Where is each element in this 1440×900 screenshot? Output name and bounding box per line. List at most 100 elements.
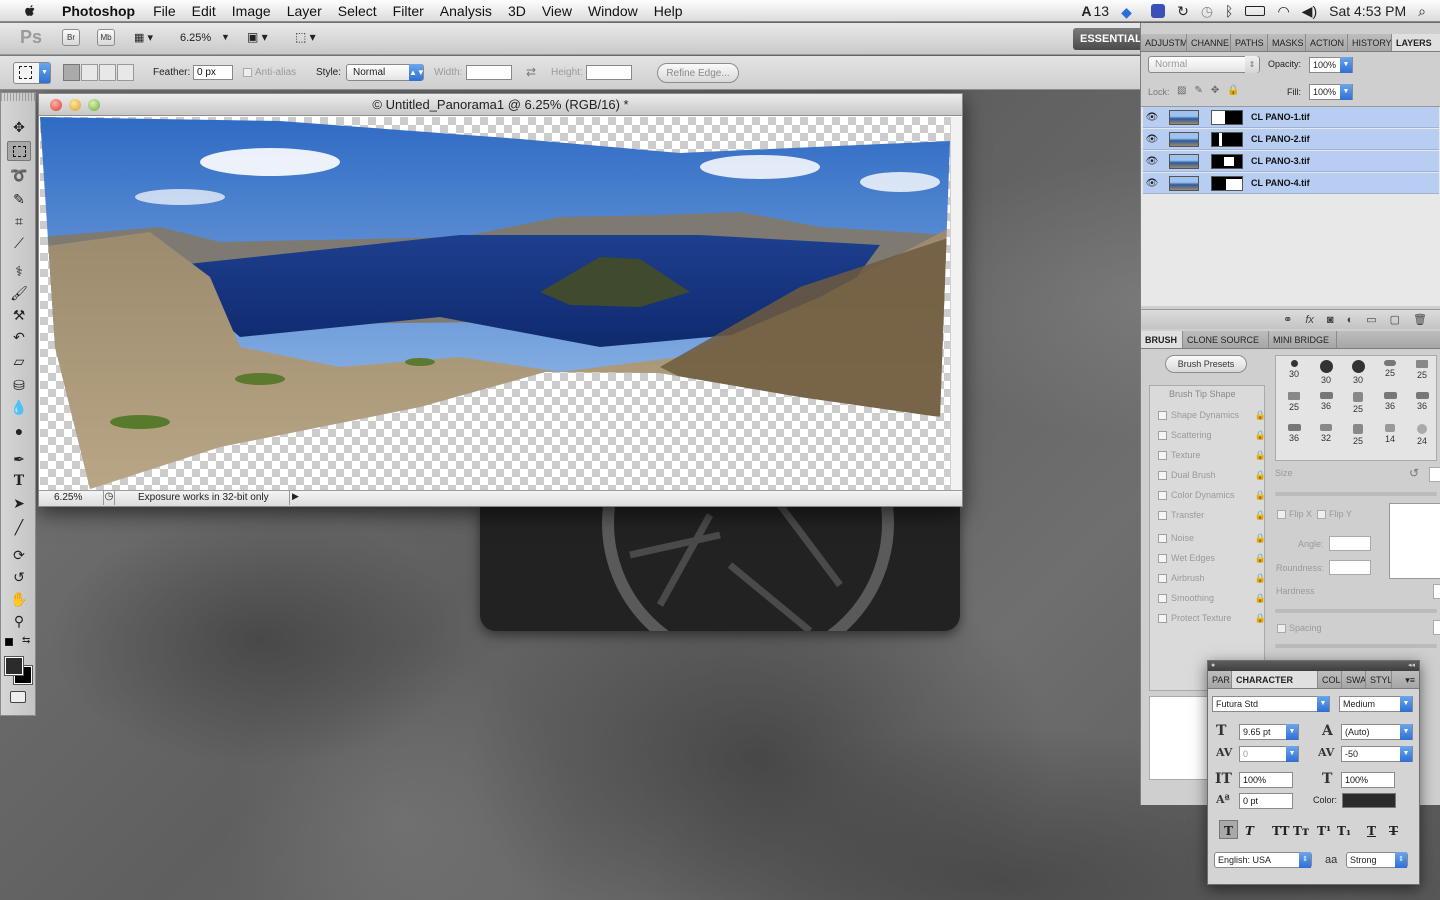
lock-transparent-icon[interactable]: ▨ xyxy=(1177,85,1186,96)
opacity-input[interactable]: 100% ▼ xyxy=(1309,57,1353,73)
checkbox[interactable] xyxy=(1158,553,1167,563)
swap-colors-icon[interactable]: ⇆ xyxy=(22,635,30,646)
layer-row[interactable]: 👁 CL PANO-4.tif xyxy=(1143,173,1439,194)
character-panel-header[interactable]: ● ◂◂ xyxy=(1208,661,1419,671)
all-caps-icon[interactable]: TT xyxy=(1272,824,1289,838)
size-slider[interactable] xyxy=(1275,492,1437,496)
document-canvas[interactable] xyxy=(40,117,951,491)
vertical-scrollbar[interactable] xyxy=(950,117,962,491)
tab-history[interactable]: HISTORY xyxy=(1348,34,1392,51)
collapse-panel-icon[interactable]: ◂◂ xyxy=(1408,661,1415,669)
subscript-icon[interactable]: T₁ xyxy=(1337,824,1351,838)
menu-window[interactable]: Window xyxy=(580,3,646,19)
menu-app-name[interactable]: Photoshop xyxy=(54,3,145,19)
tab-adjustments[interactable]: ADJUSTM xyxy=(1141,34,1187,51)
foreground-color-swatch[interactable] xyxy=(4,656,24,676)
menu-image[interactable]: Image xyxy=(224,3,279,19)
brush-tip-grid[interactable]: 30 30 30 25 25 25 36 25 36 36 36 32 25 1… xyxy=(1275,355,1437,461)
3d-orbit-tool-icon[interactable]: ↺ xyxy=(7,567,31,587)
status-menu-arrow-icon[interactable]: ▶ xyxy=(289,491,301,505)
brush-angle-preview[interactable] xyxy=(1389,503,1440,579)
horizontal-scale-input[interactable]: 100% xyxy=(1341,772,1395,788)
color-dynamics-option[interactable]: Color Dynamics 🔒 xyxy=(1158,486,1270,504)
tracking-input[interactable]: -50 ▼ xyxy=(1341,746,1413,762)
lock-icon[interactable]: 🔒 xyxy=(1255,410,1266,421)
lock-all-icon[interactable]: 🔒 xyxy=(1227,85,1239,96)
spacing-slider[interactable] xyxy=(1275,644,1437,648)
brush-tip[interactable]: 30 xyxy=(1278,358,1310,388)
checkbox[interactable] xyxy=(1158,410,1167,420)
close-window-icon[interactable] xyxy=(50,99,62,111)
layer-name[interactable]: CL PANO-1.tif xyxy=(1251,112,1310,122)
add-to-selection-icon[interactable] xyxy=(81,64,98,81)
baseline-shift-input[interactable]: 0 pt xyxy=(1239,793,1293,809)
wifi-icon[interactable]: ◠ xyxy=(1277,3,1289,20)
layer-row[interactable]: 👁 CL PANO-3.tif xyxy=(1143,151,1439,172)
spotlight-search-icon[interactable]: ⌕ xyxy=(1418,3,1426,20)
underline-icon[interactable]: T xyxy=(1367,824,1376,838)
layer-row[interactable]: 👁 CL PANO-1.tif xyxy=(1143,107,1439,128)
brush-tip[interactable]: 25 xyxy=(1374,358,1406,388)
view-extras-menu[interactable]: ▦ ▾ xyxy=(134,31,153,44)
link-layers-icon[interactable]: ⚭ xyxy=(1283,310,1292,329)
flip-y-checkbox[interactable] xyxy=(1317,510,1326,519)
brush-tip[interactable]: 36 xyxy=(1278,422,1310,452)
style-dropdown[interactable]: Normal ▲▼ xyxy=(346,64,425,81)
refine-edge-button[interactable]: Refine Edge... xyxy=(657,63,739,83)
tab-mini-bridge[interactable]: MINI BRIDGE xyxy=(1269,331,1337,348)
volume-icon[interactable]: ◀) xyxy=(1302,3,1317,20)
layer-name[interactable]: CL PANO-4.tif xyxy=(1251,178,1310,188)
fill-input[interactable]: 100% ▼ xyxy=(1309,84,1353,100)
faux-italic-icon[interactable]: T xyxy=(1245,824,1254,838)
tab-character[interactable]: CHARACTER xyxy=(1232,671,1318,688)
spacing-input[interactable] xyxy=(1433,620,1440,635)
lock-icon[interactable]: 🔒 xyxy=(1255,470,1266,481)
lock-icon[interactable]: 🔒 xyxy=(1255,573,1266,584)
adjustment-layer-icon[interactable]: ◐ xyxy=(1347,310,1354,329)
line-tool-icon[interactable]: ╱ xyxy=(7,517,31,537)
new-selection-icon[interactable] xyxy=(63,64,80,81)
smoothing-option[interactable]: Smoothing 🔒 xyxy=(1158,589,1270,607)
language-dropdown[interactable]: English: USA ⇕ xyxy=(1214,852,1312,868)
crop-tool-icon[interactable]: ⌗ xyxy=(7,211,31,231)
lock-icon[interactable]: 🔒 xyxy=(1255,450,1266,461)
path-selection-tool-icon[interactable]: ➤ xyxy=(7,493,31,513)
brush-tip-shape-item[interactable]: Brush Tip Shape xyxy=(1169,389,1236,399)
lock-icon[interactable]: 🔒 xyxy=(1255,510,1266,521)
protect-texture-option[interactable]: Protect Texture 🔒 xyxy=(1158,609,1270,627)
bluetooth-icon[interactable]: ᛒ xyxy=(1225,3,1233,19)
menu-file[interactable]: File xyxy=(145,3,184,19)
tab-layers[interactable]: LAYERS xyxy=(1392,34,1440,51)
pen-tool-icon[interactable]: ✒ xyxy=(7,449,31,469)
kerning-input[interactable]: 0 ▼ xyxy=(1239,746,1299,762)
roundness-input[interactable] xyxy=(1329,560,1371,575)
lock-icon[interactable]: 🔒 xyxy=(1255,533,1266,544)
dual-brush-option[interactable]: Dual Brush 🔒 xyxy=(1158,466,1270,484)
hand-tool-icon[interactable]: ✋ xyxy=(7,589,31,609)
menu-clock[interactable]: Sat 4:53 PM xyxy=(1329,3,1406,19)
tab-actions[interactable]: ACTION xyxy=(1306,34,1348,51)
menu-layer[interactable]: Layer xyxy=(279,3,330,19)
adobe-updater-icon[interactable]: A xyxy=(1081,3,1091,19)
font-style-dropdown[interactable]: Medium ▼ xyxy=(1339,696,1413,712)
brush-tip[interactable]: 36 xyxy=(1374,390,1406,420)
feather-input[interactable]: 0 px xyxy=(193,65,233,80)
tab-swatches[interactable]: SWA xyxy=(1342,671,1366,688)
menu-3d[interactable]: 3D xyxy=(500,3,534,19)
checkbox[interactable] xyxy=(1158,593,1167,603)
status-info-icon[interactable]: ◷ xyxy=(103,491,115,505)
close-panel-icon[interactable]: ● xyxy=(1211,662,1215,669)
text-color-swatch[interactable] xyxy=(1342,793,1396,808)
spacing-checkbox[interactable] xyxy=(1277,624,1286,633)
document-title-bar[interactable]: © Untitled_Panorama1 @ 6.25% (RGB/16) * xyxy=(39,94,962,116)
font-family-dropdown[interactable]: Futura Std ▼ xyxy=(1212,696,1330,712)
tab-styles[interactable]: STYL xyxy=(1366,671,1392,688)
add-mask-icon[interactable]: ◙ xyxy=(1327,310,1334,329)
brush-tip[interactable]: 24 xyxy=(1406,422,1436,452)
menu-analysis[interactable]: Analysis xyxy=(432,3,500,19)
subtract-selection-icon[interactable] xyxy=(99,64,116,81)
layer-mask-thumbnail[interactable] xyxy=(1211,131,1243,147)
width-input[interactable] xyxy=(466,65,512,80)
eraser-tool-icon[interactable]: ▱ xyxy=(7,351,31,371)
visibility-eye-icon[interactable]: 👁 xyxy=(1143,134,1161,145)
